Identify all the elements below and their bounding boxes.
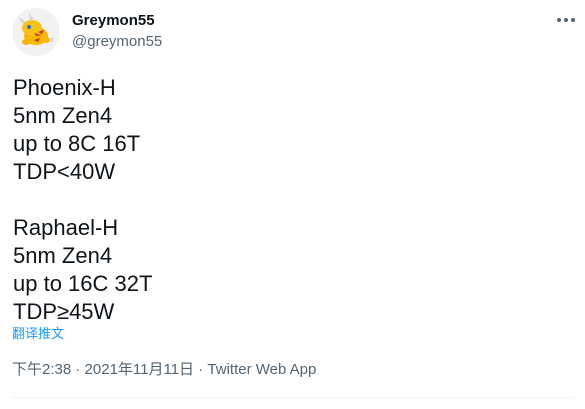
avatar[interactable] <box>12 8 60 56</box>
meta-separator: · <box>71 361 85 378</box>
meta-separator: · <box>194 361 208 378</box>
tweet-line: TDP<40W <box>13 159 116 184</box>
digimon-avatar-icon <box>12 8 60 56</box>
tweet-line: TDP≥45W <box>13 299 115 324</box>
display-name[interactable]: Greymon55 <box>72 11 155 31</box>
tweet: Greymon55 @greymon55 Phoenix-H 5nm Zen4 … <box>0 0 585 409</box>
more-dots-icon <box>557 18 575 22</box>
tweet-meta: 下午2:38 · 2021年11月11日 · Twitter Web App <box>12 360 316 380</box>
tweet-text: Phoenix-H 5nm Zen4 up to 8C 16T TDP<40W … <box>13 74 573 326</box>
tweet-line: 5nm Zen4 <box>13 243 113 268</box>
more-options-button[interactable] <box>553 10 579 30</box>
tweet-date[interactable]: 2021年11月11日 <box>85 361 195 378</box>
tweet-line: up to 8C 16T <box>13 131 141 156</box>
user-handle[interactable]: @greymon55 <box>72 32 162 52</box>
tweet-line: 5nm Zen4 <box>13 103 113 128</box>
translate-tweet-link[interactable]: 翻译推文 <box>12 325 64 343</box>
tweet-source[interactable]: Twitter Web App <box>207 361 316 378</box>
divider <box>12 397 573 398</box>
tweet-time[interactable]: 下午2:38 <box>12 361 71 378</box>
tweet-line: Raphael-H <box>13 215 119 240</box>
tweet-line: Phoenix-H <box>13 75 116 100</box>
tweet-line: up to 16C 32T <box>13 271 153 296</box>
